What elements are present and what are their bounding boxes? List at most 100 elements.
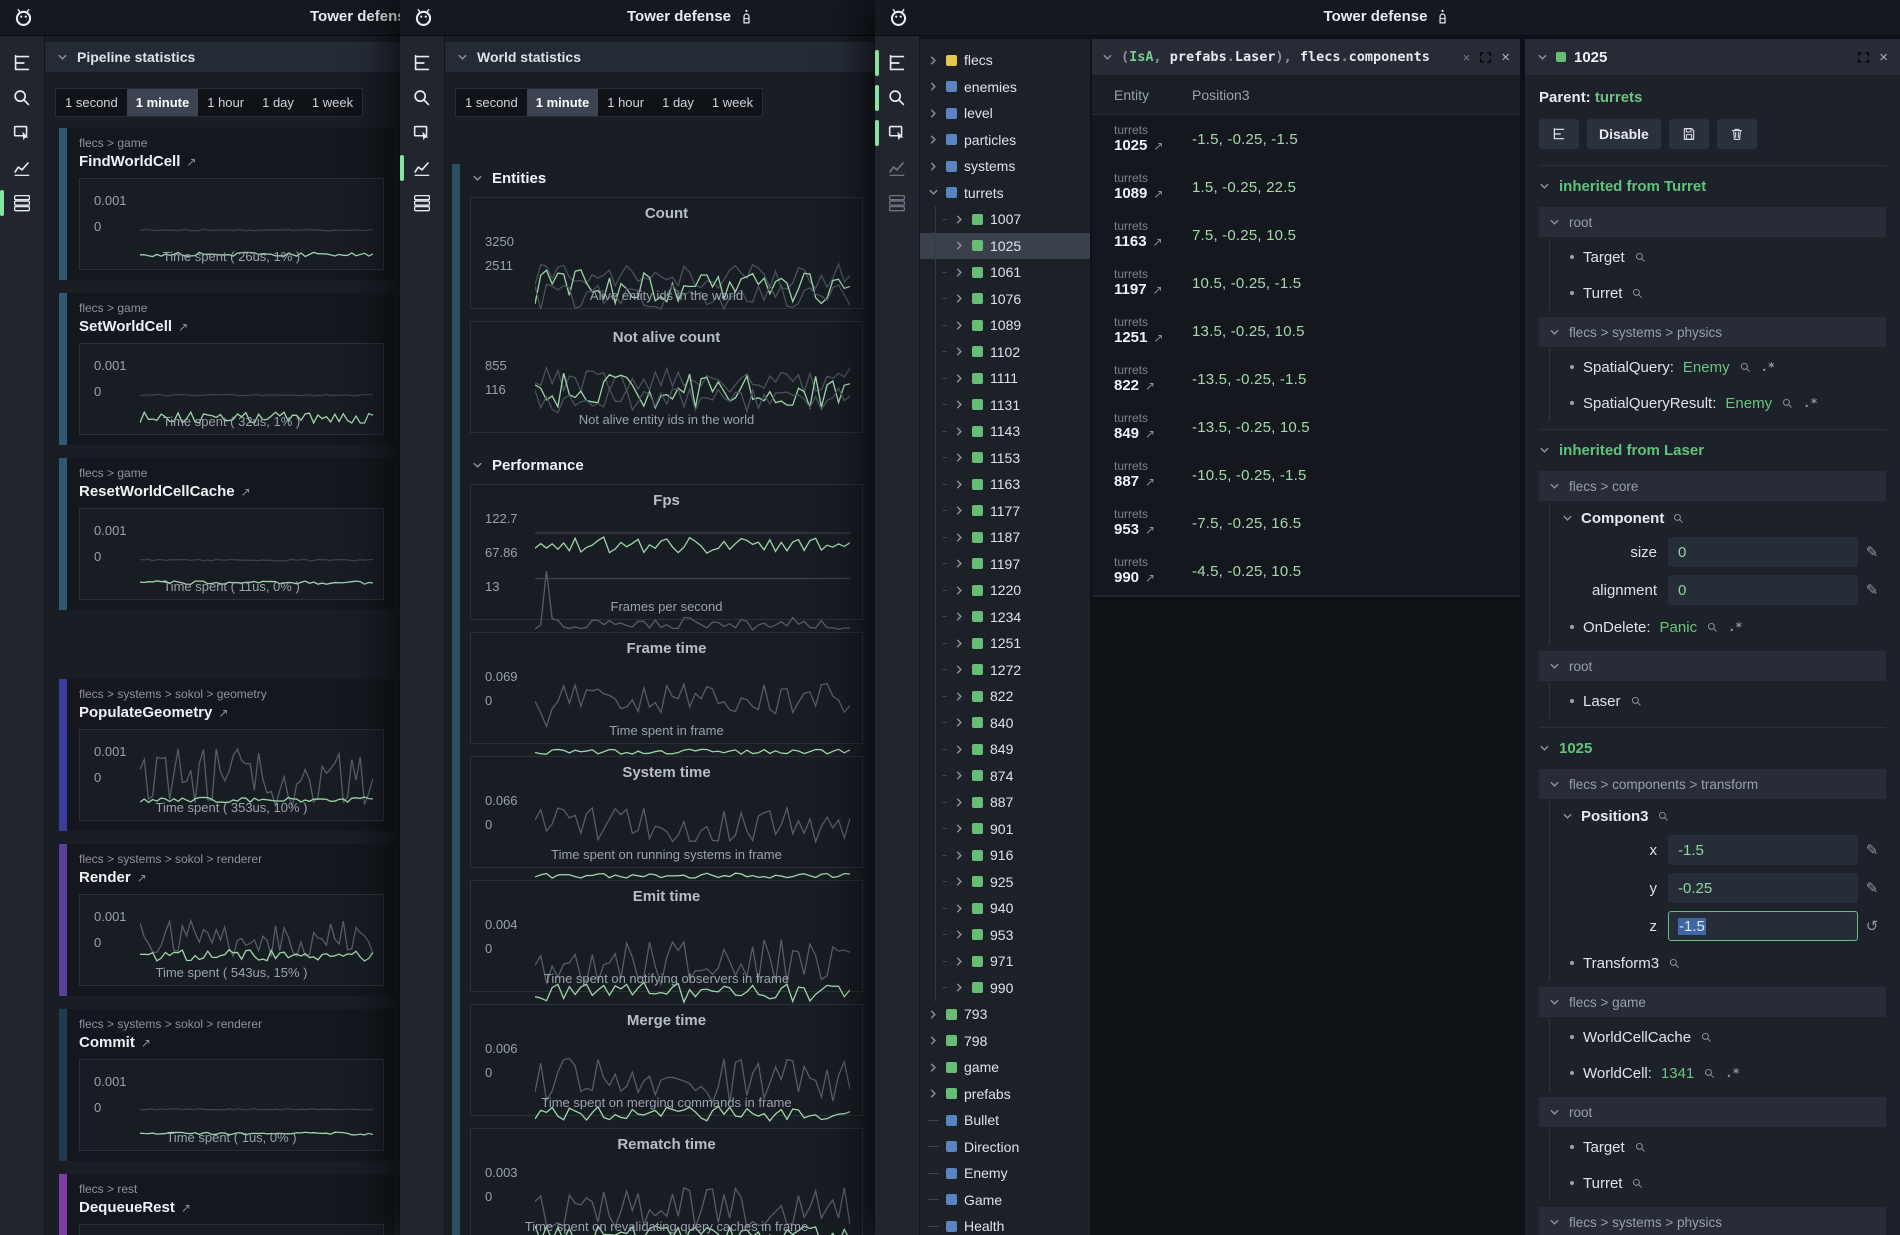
component-value-link[interactable]: Enemy bbox=[1725, 395, 1772, 412]
search-icon[interactable] bbox=[1668, 957, 1681, 970]
section-inherited-from-laser[interactable]: inherited from Laser bbox=[1539, 429, 1886, 465]
tree-item-Direction[interactable]: Direction bbox=[920, 1134, 1090, 1161]
tree-item-Enemy[interactable]: Enemy bbox=[920, 1160, 1090, 1187]
disable-button[interactable]: Disable bbox=[1587, 119, 1661, 149]
external-link-icon[interactable]: ↗ bbox=[1145, 571, 1155, 585]
tree-expand-icon[interactable] bbox=[928, 108, 939, 119]
table-row[interactable]: turrets849↗-13.5, -0.25, 10.5 bbox=[1092, 403, 1520, 451]
table-row[interactable]: turrets822↗-13.5, -0.25, -1.5 bbox=[1092, 355, 1520, 403]
collapse-icon[interactable] bbox=[1539, 743, 1550, 754]
tree-expand-icon[interactable] bbox=[954, 479, 965, 490]
collapse-icon[interactable] bbox=[1102, 52, 1113, 63]
tree-item-enemies[interactable]: enemies bbox=[920, 74, 1090, 101]
external-link-icon[interactable]: ↗ bbox=[1153, 235, 1163, 249]
tree-expand-icon[interactable] bbox=[954, 373, 965, 384]
component-group-flecs-components-transform[interactable]: flecs > components > transform bbox=[1539, 769, 1886, 799]
regex-filter-icon[interactable]: .* bbox=[1761, 360, 1775, 374]
regex-filter-icon[interactable]: .* bbox=[1728, 620, 1742, 634]
external-link-icon[interactable]: ↗ bbox=[241, 485, 251, 499]
field-input-alignment[interactable]: 0 bbox=[1668, 575, 1858, 605]
tree-expand-icon[interactable] bbox=[954, 744, 965, 755]
tab-1-minute[interactable]: 1 minute bbox=[527, 89, 598, 116]
tree-expand-icon[interactable] bbox=[928, 1035, 939, 1046]
stats-icon[interactable] bbox=[886, 192, 908, 214]
component-item-transform3[interactable]: Transform3 bbox=[1550, 945, 1886, 981]
system-name[interactable]: SetWorldCell↗ bbox=[79, 318, 384, 335]
tree-item-925[interactable]: 925 bbox=[920, 869, 1090, 896]
search-icon[interactable] bbox=[1634, 251, 1647, 264]
system-name[interactable]: PopulateGeometry↗ bbox=[79, 704, 384, 721]
tree-item-1220[interactable]: 1220 bbox=[920, 577, 1090, 604]
collapse-icon[interactable] bbox=[1539, 181, 1550, 192]
search-icon[interactable] bbox=[1700, 1031, 1713, 1044]
tree-item-game[interactable]: game bbox=[920, 1054, 1090, 1081]
collapse-icon[interactable] bbox=[1549, 997, 1560, 1008]
close-panel-icon[interactable]: × bbox=[1501, 50, 1510, 65]
tree-item-1143[interactable]: 1143 bbox=[920, 418, 1090, 445]
component-value-link[interactable]: 1341 bbox=[1661, 1065, 1694, 1082]
search-icon[interactable] bbox=[886, 87, 908, 109]
tree-expand-icon[interactable] bbox=[928, 187, 939, 198]
tree-expand-icon[interactable] bbox=[954, 585, 965, 596]
collapse-icon[interactable] bbox=[472, 173, 483, 184]
system-name[interactable]: FindWorldCell↗ bbox=[79, 153, 384, 170]
tab-1-day[interactable]: 1 day bbox=[653, 89, 703, 116]
tree-item-1076[interactable]: 1076 bbox=[920, 286, 1090, 313]
tab-1-hour[interactable]: 1 hour bbox=[198, 89, 253, 116]
system-name[interactable]: Render↗ bbox=[79, 869, 384, 886]
tab-1-week[interactable]: 1 week bbox=[703, 89, 762, 116]
tree-item-level[interactable]: level bbox=[920, 100, 1090, 127]
tab-1-second[interactable]: 1 second bbox=[56, 89, 127, 116]
tree-item-1025[interactable]: 1025 bbox=[920, 233, 1090, 260]
external-link-icon[interactable]: ↗ bbox=[1153, 139, 1163, 153]
system-name[interactable]: Commit↗ bbox=[79, 1034, 384, 1051]
tree-expand-icon[interactable] bbox=[954, 823, 965, 834]
tree-expand-icon[interactable] bbox=[928, 81, 939, 92]
tree-icon[interactable] bbox=[411, 52, 433, 74]
collapse-icon[interactable] bbox=[57, 52, 68, 63]
titlebar[interactable]: Tower defense bbox=[0, 0, 400, 36]
collapse-icon[interactable] bbox=[472, 460, 483, 471]
component-group-root[interactable]: root bbox=[1539, 207, 1886, 237]
tree-item-turrets[interactable]: turrets bbox=[920, 180, 1090, 207]
collapse-icon[interactable] bbox=[1539, 445, 1550, 456]
component-item-target[interactable]: Target bbox=[1550, 1129, 1886, 1165]
tree-item-Game[interactable]: Game bbox=[920, 1187, 1090, 1214]
collapse-icon[interactable] bbox=[1549, 779, 1560, 790]
chart-icon[interactable] bbox=[886, 157, 908, 179]
pipeline-statistics-header[interactable]: Pipeline statistics bbox=[45, 42, 400, 72]
table-row[interactable]: turrets990↗-4.5, -0.25, 10.5 bbox=[1092, 547, 1520, 595]
tree-icon[interactable] bbox=[886, 52, 908, 74]
collapse-icon[interactable] bbox=[1549, 217, 1560, 228]
tree-expand-icon[interactable] bbox=[954, 691, 965, 702]
component-item-worldcellcache[interactable]: WorldCellCache bbox=[1550, 1019, 1886, 1055]
table-row[interactable]: turrets1025↗-1.5, -0.25, -1.5 bbox=[1092, 115, 1520, 163]
tree-item-971[interactable]: 971 bbox=[920, 948, 1090, 975]
component-expand-position3[interactable]: Position3 bbox=[1550, 801, 1886, 831]
field-input-y[interactable]: -0.25 bbox=[1668, 873, 1858, 903]
table-row[interactable]: turrets1197↗10.5, -0.25, -1.5 bbox=[1092, 259, 1520, 307]
external-link-icon[interactable]: ↗ bbox=[137, 871, 147, 885]
tree-expand-icon[interactable] bbox=[954, 505, 965, 516]
field-input-x[interactable]: -1.5 bbox=[1668, 835, 1858, 865]
tree-item-1163[interactable]: 1163 bbox=[920, 471, 1090, 498]
tree-item-1251[interactable]: 1251 bbox=[920, 630, 1090, 657]
tree-expand-icon[interactable] bbox=[954, 293, 965, 304]
tree-expand-icon[interactable] bbox=[928, 134, 939, 145]
trash-button[interactable] bbox=[1717, 119, 1757, 149]
tree-expand-icon[interactable] bbox=[954, 850, 965, 861]
tree-expand-icon[interactable] bbox=[928, 1088, 939, 1099]
section-1025[interactable]: 1025 bbox=[1539, 727, 1886, 763]
field-input-size[interactable]: 0 bbox=[1668, 537, 1858, 567]
collapse-icon[interactable] bbox=[1537, 52, 1548, 63]
tree-item-916[interactable]: 916 bbox=[920, 842, 1090, 869]
fullscreen-icon[interactable] bbox=[1856, 50, 1871, 65]
tree-item-Health[interactable]: Health bbox=[920, 1213, 1090, 1235]
external-link-icon[interactable]: ↗ bbox=[141, 1036, 151, 1050]
titlebar[interactable]: Tower defense bbox=[875, 0, 1900, 36]
undo-icon[interactable]: ↺ bbox=[1858, 917, 1886, 935]
tree-item-Bullet[interactable]: Bullet bbox=[920, 1107, 1090, 1134]
tree-expand-icon[interactable] bbox=[954, 267, 965, 278]
titlebar[interactable]: Tower defense bbox=[400, 0, 875, 36]
tree-expand-icon[interactable] bbox=[954, 346, 965, 357]
